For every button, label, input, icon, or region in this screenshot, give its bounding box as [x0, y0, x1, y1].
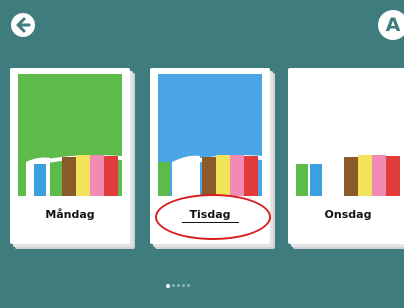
highlight-circle	[155, 194, 271, 240]
day-card-wednesday[interactable]: Onsdag	[288, 68, 404, 244]
page-indicator	[166, 275, 192, 288]
card-picture	[158, 74, 262, 196]
top-bar: A	[0, 0, 404, 50]
card-label: Onsdag	[324, 208, 372, 221]
card-picture	[18, 74, 122, 196]
back-button[interactable]	[11, 13, 35, 37]
page-dot[interactable]	[187, 284, 190, 287]
page-dot[interactable]	[177, 284, 180, 287]
card-label: Måndag	[45, 208, 95, 221]
page-dot[interactable]	[182, 284, 185, 287]
avatar-button[interactable]: A	[378, 10, 404, 40]
arrow-left-icon	[16, 17, 31, 33]
page-dot[interactable]	[166, 283, 170, 288]
page-dot[interactable]	[172, 284, 175, 287]
day-card-monday[interactable]: Måndag	[10, 68, 130, 244]
card-picture	[296, 74, 400, 196]
